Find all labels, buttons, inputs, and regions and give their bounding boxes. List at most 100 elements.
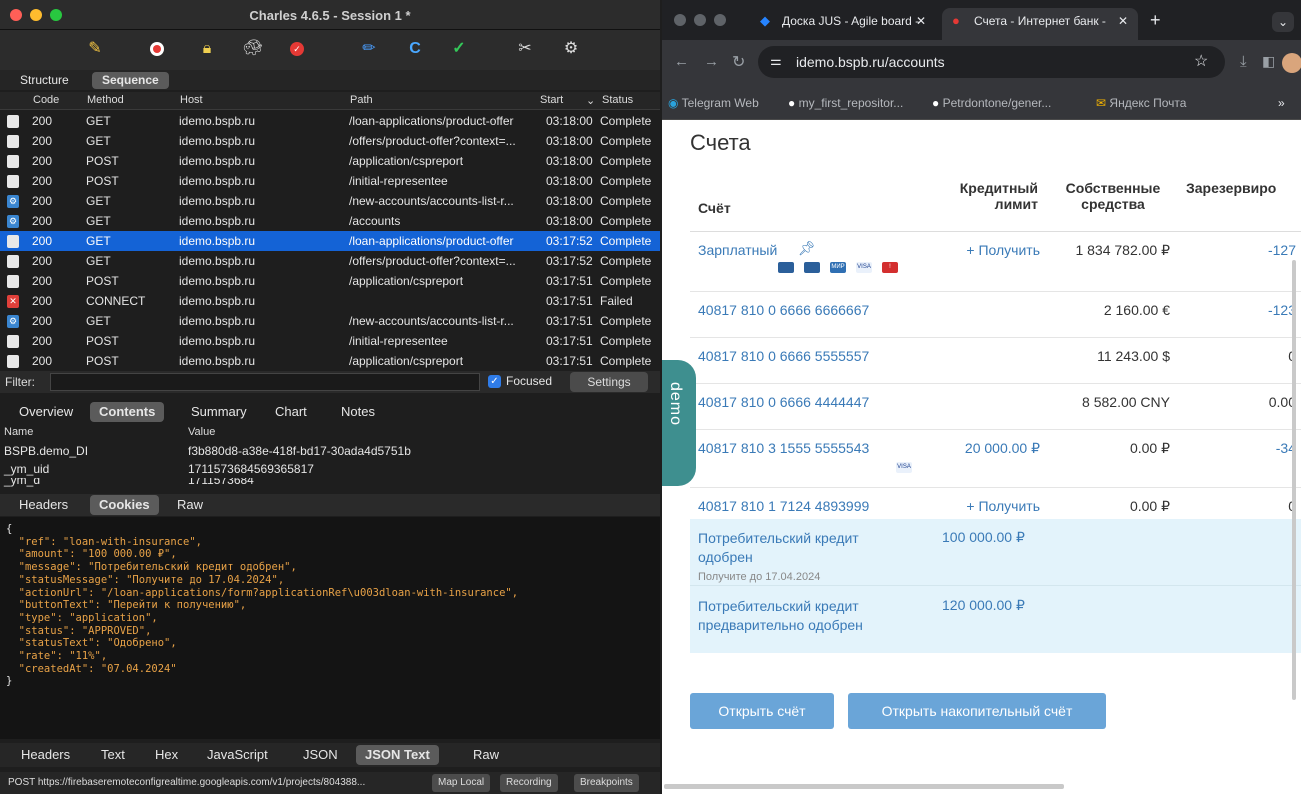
mir-card-icon[interactable]: МИР: [830, 262, 846, 273]
loan-name[interactable]: Потребительский кредит одобрен: [698, 529, 908, 567]
account-row[interactable]: 40817 810 0 6666 5555557 11 243.00 $ 0: [690, 338, 1301, 384]
account-name[interactable]: Зарплатный: [698, 242, 777, 258]
tools-icon[interactable]: ✂: [514, 38, 536, 60]
account-row[interactable]: 40817 810 0 6666 6666667 2 160.00 € -123: [690, 292, 1301, 338]
table-row[interactable]: ⚙ 200 GET idemo.bspb.ru/accounts 03:18:00 Com…: [0, 211, 660, 231]
tab-resp-raw[interactable]: Raw: [464, 745, 508, 765]
record-button[interactable]: [146, 38, 168, 60]
forward-arrow-icon[interactable]: →: [704, 53, 719, 70]
account-name[interactable]: 40817 810 1 7124 4893999: [698, 498, 869, 514]
cookie-row[interactable]: _ym_uid 1711573684569365817: [0, 460, 660, 478]
avatar[interactable]: [1282, 53, 1301, 73]
zoom-window-button[interactable]: [714, 14, 726, 26]
tab-chart[interactable]: Chart: [266, 402, 316, 422]
table-row[interactable]: ⚙ 200 GET idemo.bspb.ru/new-accounts/accoun…: [0, 311, 660, 331]
settings-button[interactable]: Settings: [570, 372, 648, 392]
repeat-icon[interactable]: C: [404, 38, 426, 60]
compose-icon[interactable]: ✏: [358, 38, 380, 60]
table-row[interactable]: 200 POST idemo.bspb.ru/application/csprepo…: [0, 271, 660, 291]
tab-sequence[interactable]: Sequence: [92, 72, 169, 89]
card-icon[interactable]: [778, 262, 794, 273]
reload-icon[interactable]: ↻: [732, 52, 745, 72]
new-tab-icon[interactable]: +: [1150, 10, 1161, 31]
settings-gear-icon[interactable]: ⚙: [560, 38, 582, 60]
filter-input[interactable]: [50, 373, 480, 391]
account-name[interactable]: 40817 810 0 6666 5555557: [698, 348, 869, 364]
demo-side-tab[interactable]: demo: [662, 360, 696, 486]
tab-resp-json-text[interactable]: JSON Text: [356, 745, 439, 765]
table-row[interactable]: ✕ 200 CONNECT idemo.bspb.ru 03:17:51 Failed: [0, 291, 660, 311]
bookmark-github-repo[interactable]: ● my_first_repositor...: [788, 96, 903, 110]
site-info-icon[interactable]: ⚌: [770, 53, 782, 69]
json-response-body[interactable]: { "ref": "loan-with-insurance", "amount"…: [0, 517, 660, 739]
breakpoints-button[interactable]: Breakpoints: [574, 774, 639, 792]
tab-resp-javascript[interactable]: JavaScript: [198, 745, 277, 765]
horizontal-scrollbar[interactable]: [664, 784, 1064, 789]
open-savings-button[interactable]: Открыть накопительный счёт: [848, 693, 1106, 729]
table-row[interactable]: ⚙ 200 GET idemo.bspb.ru/new-accounts/accoun…: [0, 191, 660, 211]
account-name[interactable]: 40817 810 0 6666 6666667: [698, 302, 869, 318]
table-row[interactable]: 200 POST idemo.bspb.ru/initial-representee…: [0, 171, 660, 191]
map-local-button[interactable]: Map Local: [432, 774, 491, 792]
tab-overview[interactable]: Overview: [10, 402, 82, 422]
tab-bank[interactable]: ● Счета - Интернет банк - ✕: [942, 8, 1138, 40]
vertical-scrollbar[interactable]: [1292, 260, 1296, 700]
cookie-row[interactable]: BSPB.demo_DI f3b880d8-a38e-418f-bd17-30a…: [0, 442, 660, 460]
validate-icon[interactable]: ✓: [448, 38, 470, 60]
col-path[interactable]: Path: [350, 94, 373, 106]
bookmark-github-petr[interactable]: ● Petrdontone/gener...: [932, 96, 1051, 110]
sort-chevron-icon[interactable]: ⌄: [586, 94, 595, 107]
bookmarks-more[interactable]: »: [1278, 96, 1285, 110]
tab-resp-hex[interactable]: Hex: [146, 745, 187, 765]
card-icon[interactable]: [804, 262, 820, 273]
tab-resp-text[interactable]: Text: [92, 745, 134, 765]
tab-jira[interactable]: ◆ Доска JUS - Agile board - ✕: [750, 8, 936, 40]
turtle-icon[interactable]: 🐢︎: [242, 38, 264, 60]
recording-button[interactable]: Recording: [500, 774, 558, 792]
blocked-card-icon[interactable]: !: [882, 262, 898, 273]
back-arrow-icon[interactable]: ←: [674, 53, 689, 70]
account-row[interactable]: 40817 810 3 1555 5555543 20 000.00 ₽ 0.00 …: [690, 430, 1301, 488]
table-row[interactable]: 200 GET idemo.bspb.ru/offers/product-offer…: [0, 131, 660, 151]
table-row[interactable]: 200 GET idemo.bspb.ru/loan-applications/pr…: [0, 231, 660, 251]
account-name[interactable]: 40817 810 0 6666 4444447: [698, 394, 869, 410]
loan-row[interactable]: Потребительский кредит предварительно од…: [690, 587, 1301, 653]
credit-limit[interactable]: + Получить: [890, 498, 1040, 514]
table-row[interactable]: 200 GET idemo.bspb.ru/offers/product-offer…: [0, 251, 660, 271]
table-row[interactable]: 200 POST idemo.bspb.ru/initial-representee…: [0, 331, 660, 351]
close-window-button[interactable]: [674, 14, 686, 26]
col-method[interactable]: Method: [87, 94, 124, 106]
tab-notes[interactable]: Notes: [332, 402, 384, 422]
broom-icon[interactable]: ✎: [84, 38, 106, 60]
col-host[interactable]: Host: [180, 94, 203, 106]
close-tab-icon[interactable]: ✕: [916, 8, 926, 34]
lock-icon[interactable]: 🔒︎: [196, 38, 218, 60]
bookmark-telegram[interactable]: ◉ Telegram Web: [668, 96, 759, 110]
loan-name[interactable]: Потребительский кредит предварительно од…: [698, 597, 908, 635]
tab-structure[interactable]: Structure: [10, 72, 79, 89]
table-row[interactable]: 200 POST idemo.bspb.ru/application/csprepo…: [0, 351, 660, 370]
col-start[interactable]: Start: [540, 94, 563, 106]
loan-row[interactable]: Потребительский кредит одобрен Получите …: [690, 519, 1301, 586]
tab-search-icon[interactable]: ⌄: [1272, 12, 1294, 32]
bookmark-star-icon[interactable]: ☆: [1194, 51, 1208, 71]
tab-contents[interactable]: Contents: [90, 402, 165, 422]
address-bar[interactable]: ⚌ idemo.bspb.ru/accounts ☆: [758, 46, 1225, 78]
tab-cookies[interactable]: Cookies: [90, 495, 159, 515]
col-code[interactable]: Code: [33, 94, 59, 106]
download-icon[interactable]: ⤓: [1240, 53, 1247, 70]
visa-card-icon[interactable]: VISA: [856, 262, 872, 273]
open-account-button[interactable]: Открыть счёт: [690, 693, 834, 729]
account-name[interactable]: 40817 810 3 1555 5555543: [698, 440, 869, 456]
table-row[interactable]: 200 GET idemo.bspb.ru/loan-applications/pr…: [0, 111, 660, 131]
focused-checkbox[interactable]: ✓: [488, 375, 501, 388]
table-row[interactable]: 200 POST idemo.bspb.ru/application/csprepo…: [0, 151, 660, 171]
tab-resp-json[interactable]: JSON: [294, 745, 347, 765]
credit-limit[interactable]: + Получить: [890, 242, 1040, 258]
account-row[interactable]: Зарплатный 📌︎ + Получить 1 834 782.00 ₽ -127…: [690, 232, 1301, 292]
account-row[interactable]: 40817 810 0 6666 4444447 8 582.00 CNY 0.00: [690, 384, 1301, 430]
tab-headers[interactable]: Headers: [10, 495, 77, 515]
breakpoint-button[interactable]: ✓: [286, 38, 308, 60]
pin-icon[interactable]: 📌︎: [798, 240, 816, 257]
visa-card-icon[interactable]: VISA: [896, 462, 912, 473]
